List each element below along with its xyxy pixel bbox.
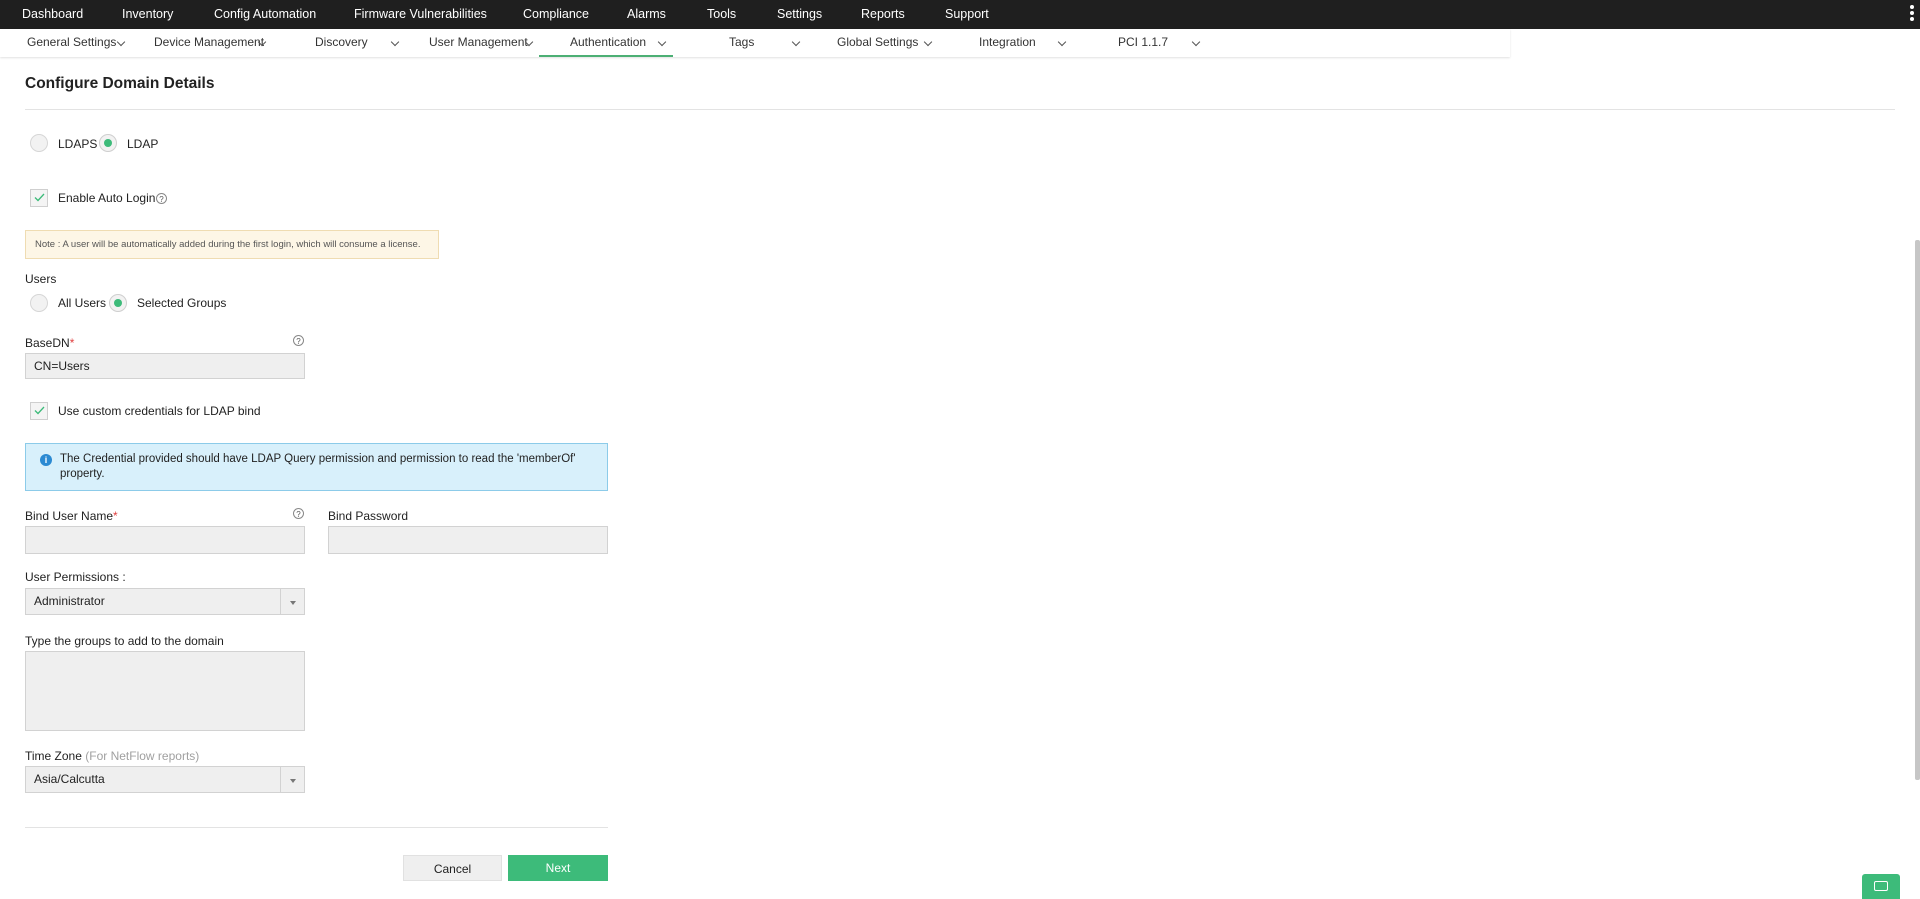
divider — [25, 827, 608, 828]
active-tab-indicator — [539, 55, 673, 57]
checkmark-icon — [34, 193, 45, 202]
chevron-down-icon[interactable] — [923, 37, 933, 47]
subnav-authentication[interactable]: Authentication — [570, 29, 646, 57]
bind-user-input[interactable] — [25, 526, 305, 554]
subnav-user-management[interactable]: User Management — [429, 29, 528, 57]
info-icon: i — [40, 454, 52, 466]
top-navigation-bar: Dashboard Inventory Config Automation Fi… — [0, 0, 1920, 29]
dropdown-arrow-icon[interactable] — [280, 589, 304, 614]
settings-subnav: General Settings Device Management Disco… — [0, 29, 1510, 57]
help-icon[interactable]: ? — [156, 193, 167, 204]
credential-info-box: i The Credential provided should have LD… — [25, 443, 608, 491]
basedn-label: BaseDN* — [25, 336, 75, 350]
users-label: Users — [25, 272, 57, 286]
user-permissions-label: User Permissions : — [25, 570, 126, 584]
nav-alarms[interactable]: Alarms — [627, 0, 666, 29]
help-icon[interactable]: ? — [293, 335, 304, 346]
nav-reports[interactable]: Reports — [861, 0, 905, 29]
subnav-device-management[interactable]: Device Management — [154, 29, 264, 57]
subnav-pci[interactable]: PCI 1.1.7 — [1118, 29, 1168, 57]
page-title: Configure Domain Details — [25, 75, 215, 92]
timezone-value: Asia/Calcutta — [34, 772, 105, 786]
ldap-label: LDAP — [127, 137, 159, 151]
nav-inventory[interactable]: Inventory — [122, 0, 173, 29]
chevron-down-icon[interactable] — [791, 37, 801, 47]
license-note: Note : A user will be automatically adde… — [25, 230, 439, 259]
timezone-select[interactable]: Asia/Calcutta — [25, 766, 305, 793]
subnav-tags[interactable]: Tags — [729, 29, 754, 57]
nav-support[interactable]: Support — [945, 0, 989, 29]
nav-settings[interactable]: Settings — [777, 0, 822, 29]
nav-firmware-vulnerabilities[interactable]: Firmware Vulnerabilities — [354, 0, 487, 29]
nav-config-automation[interactable]: Config Automation — [214, 0, 316, 29]
nav-compliance[interactable]: Compliance — [523, 0, 589, 29]
nav-tools[interactable]: Tools — [707, 0, 736, 29]
chevron-down-icon[interactable] — [1191, 37, 1201, 47]
more-options-icon[interactable] — [1910, 5, 1914, 23]
bind-password-input[interactable] — [328, 526, 608, 554]
custom-credentials-checkbox[interactable] — [30, 402, 48, 420]
basedn-input[interactable]: CN=Users — [25, 353, 305, 379]
credential-info-text: The Credential provided should have LDAP… — [60, 453, 576, 480]
chat-icon[interactable] — [1862, 874, 1900, 899]
timezone-label: Time Zone (For NetFlow reports) — [25, 749, 200, 763]
user-permissions-value: Administrator — [34, 594, 105, 608]
ldaps-radio[interactable] — [30, 134, 48, 152]
ldap-radio[interactable] — [99, 134, 117, 152]
all-users-label: All Users — [58, 296, 107, 310]
checkmark-icon — [34, 406, 45, 415]
groups-label: Type the groups to add to the domain — [25, 634, 224, 648]
user-permissions-select[interactable]: Administrator — [25, 588, 305, 615]
all-users-radio[interactable] — [30, 294, 48, 312]
subnav-global-settings[interactable]: Global Settings — [837, 29, 918, 57]
ldaps-label: LDAPS — [58, 137, 98, 151]
bind-user-label: Bind User Name* — [25, 509, 118, 523]
subnav-general-settings[interactable]: General Settings — [27, 29, 116, 57]
enable-auto-login-checkbox[interactable] — [30, 189, 48, 207]
nav-dashboard[interactable]: Dashboard — [22, 0, 83, 29]
next-button[interactable]: Next — [508, 855, 608, 881]
chevron-down-icon[interactable] — [657, 37, 667, 47]
cancel-button[interactable]: Cancel — [403, 855, 502, 881]
groups-textarea[interactable] — [25, 651, 305, 731]
subnav-integration[interactable]: Integration — [979, 29, 1036, 57]
help-icon[interactable]: ? — [293, 508, 304, 519]
enable-auto-login-label: Enable Auto Login — [58, 191, 156, 205]
selected-groups-label: Selected Groups — [137, 296, 227, 310]
scrollbar[interactable] — [1915, 240, 1920, 780]
chevron-down-icon[interactable] — [116, 37, 126, 47]
chevron-down-icon[interactable] — [390, 37, 400, 47]
divider — [25, 109, 1895, 110]
custom-credentials-label: Use custom credentials for LDAP bind — [58, 404, 261, 418]
selected-groups-radio[interactable] — [109, 294, 127, 312]
bind-password-label: Bind Password — [328, 509, 409, 523]
chevron-down-icon[interactable] — [1057, 37, 1067, 47]
subnav-discovery[interactable]: Discovery — [315, 29, 368, 57]
dropdown-arrow-icon[interactable] — [280, 767, 304, 792]
